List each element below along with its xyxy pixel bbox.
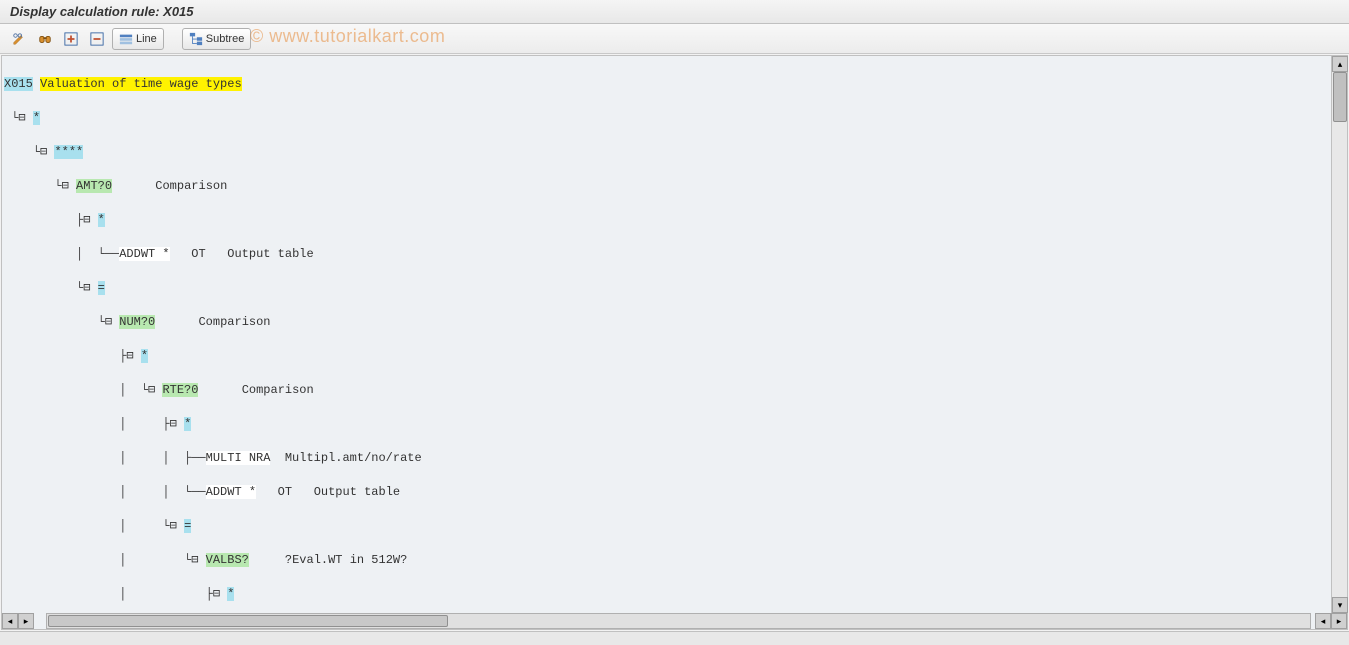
- tree-node[interactable]: └⊟ AMT?0 Comparison: [4, 178, 1345, 195]
- binoculars-icon: [38, 32, 52, 46]
- scroll-left-button[interactable]: ◂: [2, 613, 18, 629]
- title-bar: Display calculation rule: X015: [0, 0, 1349, 24]
- tree-root[interactable]: X015 Valuation of time wage types: [4, 76, 1345, 93]
- tree-node[interactable]: ├⊟ *: [4, 348, 1345, 365]
- scroll-left-end-button[interactable]: ◂: [1315, 613, 1331, 629]
- tree-node[interactable]: └⊟ ****: [4, 144, 1345, 161]
- toolbar: Line Subtree © www.tutorialkart.com: [0, 24, 1349, 54]
- subtree-button[interactable]: Subtree: [182, 28, 252, 50]
- collapse-minus-icon: [90, 32, 104, 46]
- tree-leaf[interactable]: │ │ └──ADDWT * OT Output table: [4, 484, 1345, 501]
- watermark: © www.tutorialkart.com: [250, 26, 445, 47]
- status-bar: [0, 631, 1349, 645]
- tree-content[interactable]: X015 Valuation of time wage types └⊟ * └…: [2, 56, 1347, 613]
- collapse-button[interactable]: [86, 28, 108, 50]
- subtree-icon: [189, 32, 203, 46]
- tree-node[interactable]: │ └⊟ =: [4, 518, 1345, 535]
- tree-node[interactable]: ├⊟ *: [4, 212, 1345, 229]
- subtree-label: Subtree: [206, 33, 245, 45]
- line-button[interactable]: Line: [112, 28, 164, 50]
- vertical-scrollbar[interactable]: ▴ ▾: [1331, 56, 1347, 613]
- tree-node[interactable]: └⊟ NUM?0 Comparison: [4, 314, 1345, 331]
- tree-node[interactable]: │ └⊟ VALBS? ?Eval.WT in 512W?: [4, 552, 1345, 569]
- hscroll-track[interactable]: [46, 613, 1311, 629]
- expand-button[interactable]: [60, 28, 82, 50]
- expand-plus-icon: [64, 32, 78, 46]
- hscroll-thumb[interactable]: [48, 615, 448, 627]
- pencil-glasses-icon: [12, 32, 26, 46]
- scroll-right-end-button[interactable]: ▸: [1331, 613, 1347, 629]
- tree-node[interactable]: └⊟ =: [4, 280, 1345, 297]
- scroll-down-button[interactable]: ▾: [1332, 597, 1348, 613]
- line-label: Line: [136, 33, 157, 45]
- line-icon: [119, 32, 133, 46]
- tree-leaf[interactable]: │ │ ├──MULTI NRA Multipl.amt/no/rate: [4, 450, 1345, 467]
- tree-node[interactable]: │ ├⊟ *: [4, 586, 1345, 603]
- horizontal-scrollbar: ◂ ▸ ◂ ▸: [2, 613, 1347, 629]
- find-button[interactable]: [34, 28, 56, 50]
- tree-view-area: X015 Valuation of time wage types └⊟ * └…: [1, 55, 1348, 630]
- scroll-thumb[interactable]: [1333, 72, 1347, 122]
- tree-leaf[interactable]: │ └──ADDWT * OT Output table: [4, 246, 1345, 263]
- tree-node[interactable]: └⊟ *: [4, 110, 1345, 127]
- tree-node[interactable]: │ └⊟ RTE?0 Comparison: [4, 382, 1345, 399]
- tree-node[interactable]: │ ├⊟ *: [4, 416, 1345, 433]
- toggle-edit-button[interactable]: [8, 28, 30, 50]
- scroll-right-button[interactable]: ▸: [18, 613, 34, 629]
- scroll-up-button[interactable]: ▴: [1332, 56, 1348, 72]
- window-title: Display calculation rule: X015: [10, 4, 194, 19]
